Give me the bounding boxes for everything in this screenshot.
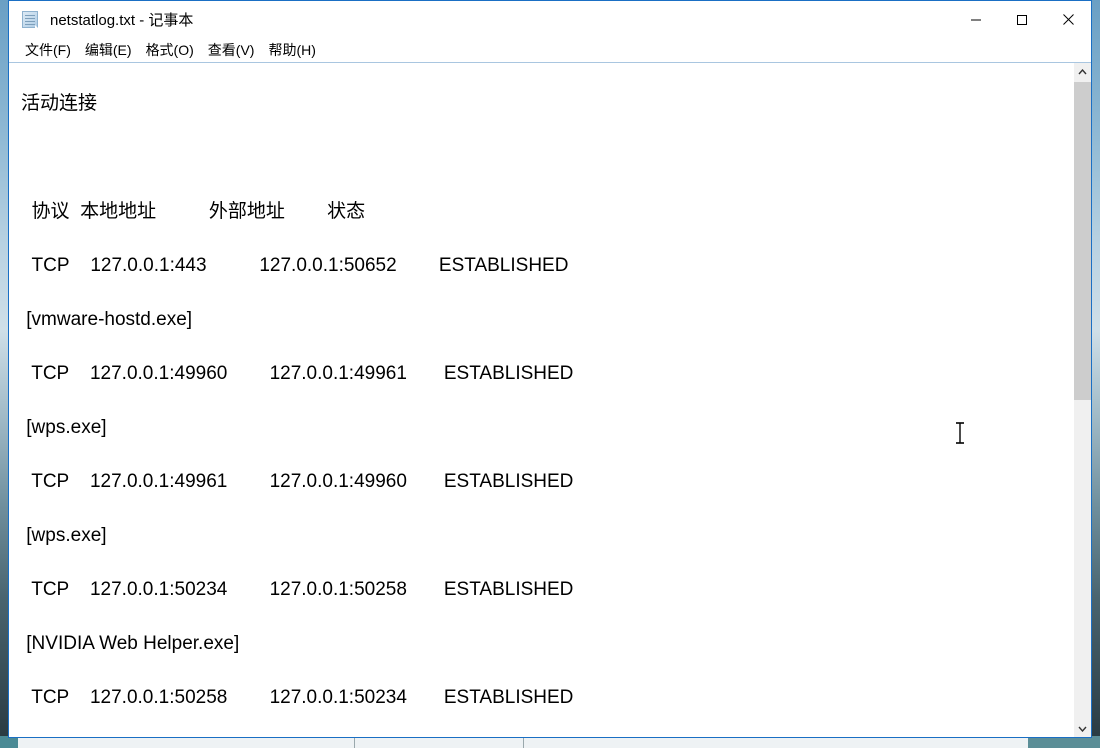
text-editor-area[interactable]: 活动连接 协议 本地地址 外部地址 状态 TCP 127.0.0.1:443 1… (9, 63, 1073, 737)
window-controls[interactable] (953, 1, 1091, 38)
maximize-icon (1017, 14, 1027, 25)
menu-help[interactable]: 帮助(H) (261, 39, 322, 62)
scrollbar-thumb[interactable] (1074, 82, 1091, 400)
menu-file[interactable]: 文件(F) (18, 39, 78, 62)
scroll-down-button[interactable] (1074, 720, 1091, 737)
scroll-down-icon (1078, 726, 1087, 732)
close-icon (1062, 14, 1074, 25)
menu-format[interactable]: 格式(O) (139, 39, 201, 62)
close-button[interactable] (1045, 1, 1091, 38)
scroll-up-icon (1078, 68, 1087, 74)
vertical-scrollbar[interactable] (1073, 63, 1091, 737)
notepad-icon (21, 10, 41, 30)
title-bar[interactable]: netstatlog.txt - 记事本 (9, 1, 1091, 38)
minimize-button[interactable] (953, 1, 999, 38)
notepad-window[interactable]: netstatlog.txt - 记事本 文件(F) 编辑(E) 格式(O) 查… (8, 0, 1092, 738)
minimize-icon (971, 19, 981, 20)
window-title: netstatlog.txt - 记事本 (50, 12, 194, 29)
netstat-log-text[interactable]: 活动连接 协议 本地地址 外部地址 状态 TCP 127.0.0.1:443 1… (9, 77, 1073, 737)
menu-view[interactable]: 查看(V) (201, 39, 262, 62)
document-body: 活动连接 协议 本地地址 外部地址 状态 TCP 127.0.0.1:443 1… (9, 62, 1091, 737)
scroll-up-button[interactable] (1074, 63, 1091, 80)
maximize-button[interactable] (999, 1, 1045, 38)
menu-edit[interactable]: 编辑(E) (78, 39, 139, 62)
scrollbar-track[interactable] (1074, 80, 1091, 720)
menu-bar[interactable]: 文件(F) 编辑(E) 格式(O) 查看(V) 帮助(H) (9, 38, 1091, 62)
